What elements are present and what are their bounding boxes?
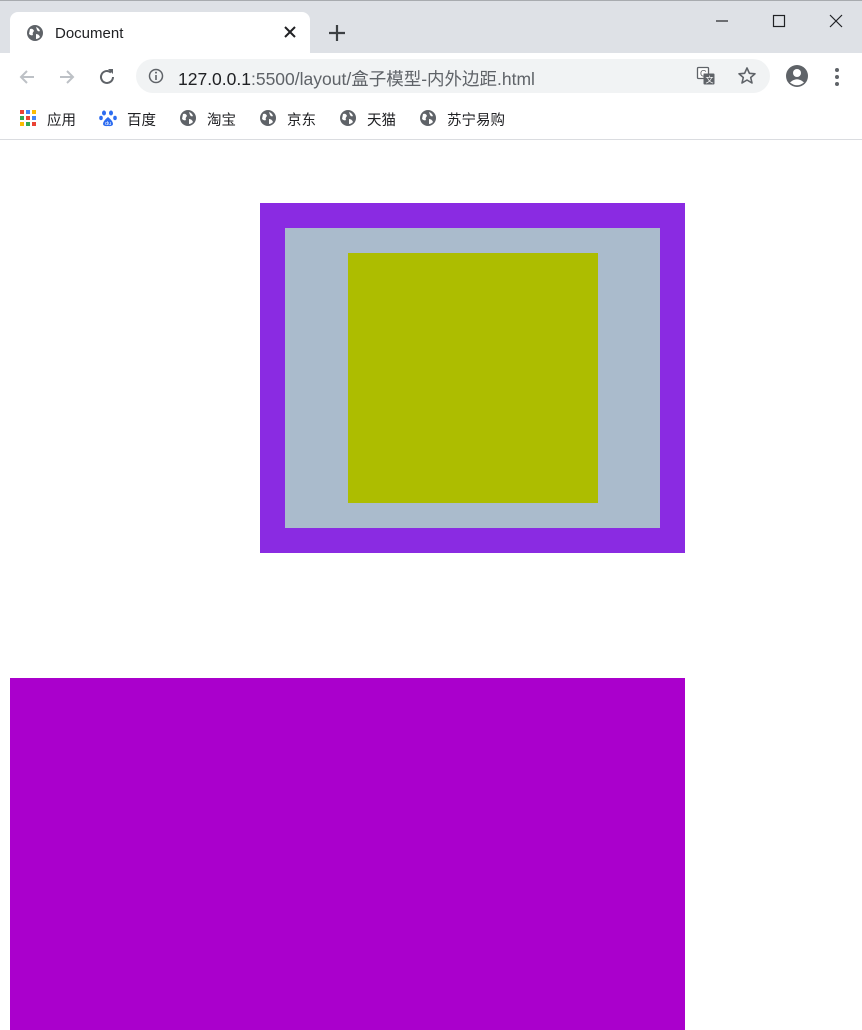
url-path: :5500/layout/盒子模型-内外边距.html (250, 69, 535, 89)
arrow-left-icon[interactable] (16, 66, 38, 88)
window-close-icon[interactable] (826, 11, 846, 31)
inner-box (348, 253, 598, 503)
close-icon[interactable] (282, 24, 298, 40)
star-icon[interactable] (737, 66, 757, 86)
url-text[interactable]: 127.0.0.1:5500/layout/盒子模型-内外边距.html (178, 66, 535, 91)
new-tab-plus-icon[interactable] (328, 24, 346, 42)
bottom-box (10, 678, 685, 1030)
apps-grid-icon (20, 110, 36, 126)
tab-document[interactable]: Document (10, 12, 310, 54)
globe-icon (340, 110, 356, 126)
kebab-menu-icon[interactable] (830, 66, 844, 88)
tab-strip: Document (0, 0, 862, 54)
maximize-icon[interactable] (769, 11, 789, 31)
bookmark-label: 应用 (47, 113, 76, 129)
address-bar[interactable]: 127.0.0.1:5500/layout/盒子模型-内外边距.html G 文 (136, 59, 770, 93)
globe-icon (180, 110, 196, 126)
bookmarks-bar: 应用 du 百度 淘宝 京东 天猫 苏宁易购 (0, 100, 862, 140)
globe-icon (420, 110, 436, 126)
baidu-paw-icon: du (99, 110, 117, 127)
info-icon[interactable] (148, 68, 164, 84)
bookmark-label: 京东 (287, 113, 316, 129)
bookmark-label: 淘宝 (207, 113, 236, 129)
outer-box-with-border (260, 203, 685, 553)
minimize-icon[interactable] (712, 11, 732, 31)
url-host: 127.0.0.1 (178, 69, 251, 89)
arrow-right-icon[interactable] (56, 66, 78, 88)
globe-icon (260, 110, 276, 126)
bookmark-label: 百度 (127, 113, 156, 129)
translate-icon[interactable]: G 文 (696, 66, 716, 86)
page-viewport (0, 140, 862, 1030)
bookmark-label: 天猫 (367, 113, 396, 129)
bookmark-label: 苏宁易购 (447, 113, 505, 129)
browser-toolbar: 127.0.0.1:5500/layout/盒子模型-内外边距.html G 文 (0, 53, 862, 100)
reload-icon[interactable] (96, 66, 118, 88)
svg-text:文: 文 (706, 75, 714, 85)
profile-icon[interactable] (785, 64, 809, 88)
svg-text:du: du (105, 121, 111, 127)
tab-title: Document (55, 25, 124, 42)
globe-icon (27, 25, 43, 41)
